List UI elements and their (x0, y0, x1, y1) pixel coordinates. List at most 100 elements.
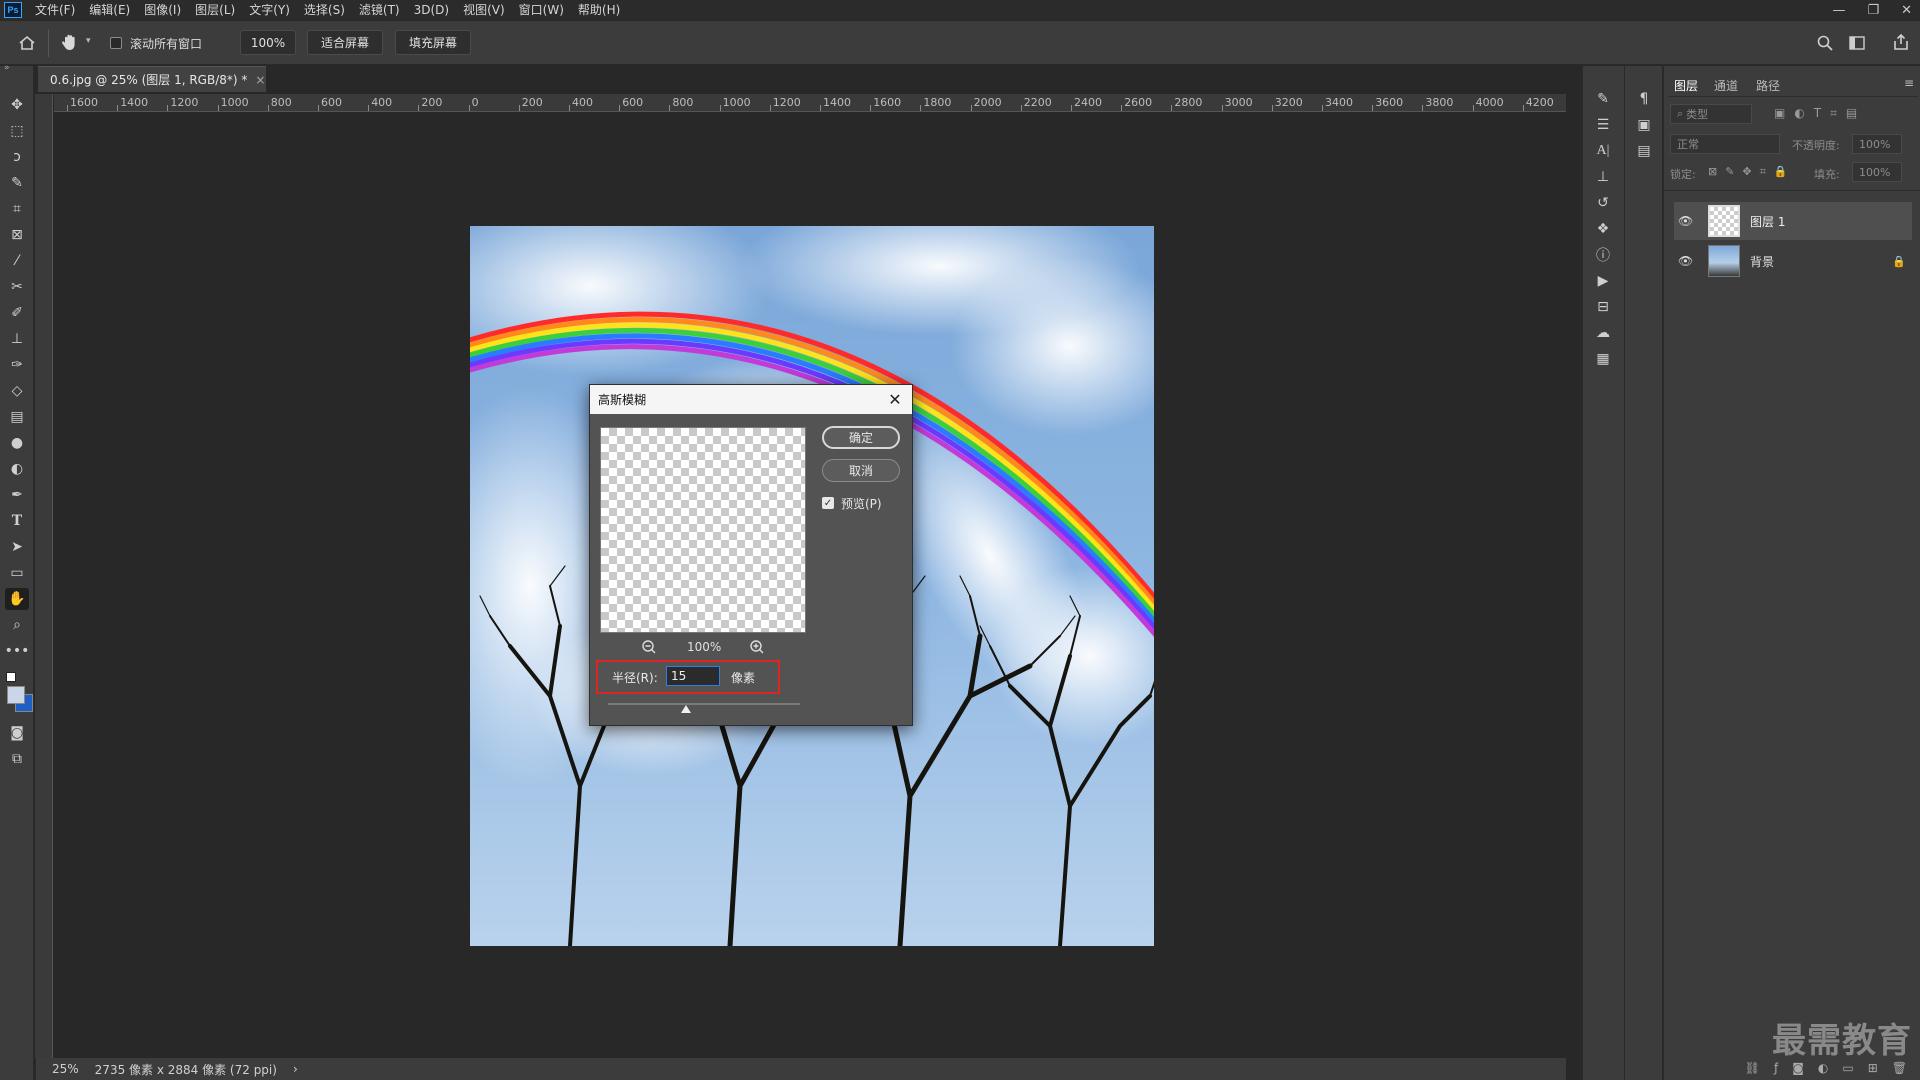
pen-tool-icon[interactable]: ✒ (5, 484, 29, 506)
zoom-tool-icon[interactable]: ⌕ (5, 614, 29, 636)
healing-tool-icon[interactable]: ✂ (5, 276, 29, 298)
search-icon[interactable] (1816, 34, 1834, 52)
close-tab-icon[interactable]: × (255, 73, 265, 87)
radius-slider-thumb[interactable] (681, 705, 691, 713)
menu-window[interactable]: 窗口(W) (512, 0, 571, 20)
foreground-color-swatch[interactable] (7, 686, 25, 704)
properties-icon[interactable]: ⊟ (1592, 296, 1614, 318)
menu-select[interactable]: 选择(S) (297, 0, 352, 20)
crop-tool-icon[interactable]: ⌗ (5, 198, 29, 220)
paragraph-icon[interactable]: ¶ (1633, 88, 1655, 110)
share-icon[interactable] (1892, 33, 1910, 51)
marquee-tool-icon[interactable]: ⬚ (5, 120, 29, 142)
history-brush-tool-icon[interactable]: ✑ (5, 354, 29, 376)
swatches-icon[interactable]: ▣ (1633, 114, 1655, 136)
status-expand-icon[interactable]: › (293, 1062, 298, 1076)
chevron-down-icon[interactable]: ▾ (86, 36, 91, 46)
character-icon[interactable]: A| (1592, 140, 1614, 162)
menu-filter[interactable]: 滤镜(T) (352, 0, 407, 20)
preview-checkbox[interactable]: ✓ (822, 497, 834, 509)
blur-tool-icon[interactable]: ● (5, 432, 29, 454)
scroll-all-windows-checkbox[interactable] (110, 37, 122, 49)
hand-tool-icon[interactable]: ✋ (5, 588, 29, 610)
layer-row-layer1[interactable]: 👁 图层 1 (1674, 202, 1912, 240)
adjustment-layer-icon[interactable]: ◐ (1818, 1061, 1828, 1075)
ok-button[interactable]: 确定 (822, 426, 900, 449)
photoshop-logo-icon[interactable]: Ps (4, 2, 22, 18)
lock-options-icons[interactable]: ⊠✎✥⌗🔒 (1708, 165, 1796, 179)
adjustments-icon[interactable]: ☰ (1592, 114, 1614, 136)
close-icon[interactable]: ✕ (884, 388, 906, 410)
eye-icon[interactable]: 👁 (1678, 214, 1700, 228)
home-icon[interactable] (18, 34, 36, 52)
hand-tool-icon[interactable] (60, 32, 80, 52)
brush-tool-icon[interactable]: ✐ (5, 302, 29, 324)
rectangle-tool-icon[interactable]: ▭ (5, 562, 29, 584)
brush-settings-icon[interactable]: ✎ (1592, 88, 1614, 110)
tab-layers[interactable]: 图层 (1674, 77, 1698, 94)
layer-row-background[interactable]: 👁 背景 🔒 (1674, 242, 1912, 280)
layer-filter-icons[interactable]: ▣◐T⌗▤ (1774, 106, 1866, 121)
zoom-in-icon[interactable] (749, 639, 765, 655)
menu-help[interactable]: 帮助(H) (571, 0, 627, 20)
menu-layer[interactable]: 图层(L) (188, 0, 242, 20)
more-tools-icon[interactable]: ••• (5, 640, 30, 662)
menu-edit[interactable]: 编辑(E) (82, 0, 137, 20)
fit-screen-button[interactable]: 适合屏幕 (307, 30, 383, 55)
menu-3d[interactable]: 3D(D) (407, 0, 456, 20)
restore-button[interactable]: ❐ (1867, 3, 1879, 18)
status-zoom[interactable]: 25% (52, 1062, 79, 1076)
zoom-level-button[interactable]: 100% (240, 30, 296, 55)
libraries-icon[interactable]: ❖ (1592, 218, 1614, 240)
quick-selection-tool-icon[interactable]: ✎ (5, 172, 29, 194)
tab-channels[interactable]: 通道 (1714, 77, 1738, 94)
menu-type[interactable]: 文字(Y) (242, 0, 297, 20)
history-icon[interactable]: ↺ (1592, 192, 1614, 214)
minimize-button[interactable]: — (1832, 3, 1845, 18)
tab-paths[interactable]: 路径 (1756, 77, 1780, 94)
opacity-input[interactable]: 100% (1852, 134, 1902, 154)
blur-preview[interactable] (600, 427, 806, 633)
3d-icon[interactable]: ☁ (1592, 322, 1614, 344)
workspace-icon[interactable] (1848, 34, 1866, 52)
type-tool-icon[interactable]: T (5, 510, 29, 532)
stamp-tool-icon[interactable]: ⊥ (5, 328, 29, 350)
link-layers-icon[interactable]: ⛓ (1745, 1061, 1760, 1075)
eraser-tool-icon[interactable]: ◇ (5, 380, 29, 402)
menu-file[interactable]: 文件(F) (28, 0, 82, 20)
close-window-button[interactable]: ✕ (1901, 3, 1912, 18)
panel-menu-icon[interactable]: ≡ (1904, 76, 1914, 90)
dodge-tool-icon[interactable]: ◐ (5, 458, 29, 480)
path-selection-tool-icon[interactable]: ➤ (5, 536, 29, 558)
menu-image[interactable]: 图像(I) (137, 0, 188, 20)
cancel-button[interactable]: 取消 (822, 459, 900, 482)
expand-panel-icon[interactable]: » (4, 63, 10, 73)
zoom-out-icon[interactable] (641, 639, 657, 655)
new-layer-icon[interactable]: ⊞ (1868, 1061, 1878, 1075)
layer-filter-select[interactable]: ⌕ 类型 (1670, 104, 1752, 124)
info-icon[interactable]: ⓘ (1592, 244, 1614, 266)
radius-input[interactable] (666, 666, 720, 686)
frame-tool-icon[interactable]: ⊠ (5, 224, 29, 246)
radius-slider-track[interactable] (608, 703, 800, 705)
blend-mode-select[interactable]: 正常 (1670, 134, 1780, 154)
gradient-tool-icon[interactable]: ▤ (5, 406, 29, 428)
dialog-title-bar[interactable]: 高斯模糊 (590, 385, 912, 414)
eyedropper-tool-icon[interactable]: ⁄ (5, 250, 29, 272)
notes-icon[interactable]: ▤ (1633, 140, 1655, 162)
eye-icon[interactable]: 👁 (1678, 254, 1700, 268)
fill-screen-button[interactable]: 填充屏幕 (395, 30, 471, 55)
quick-mask-icon[interactable]: ◙ (5, 722, 29, 744)
lasso-tool-icon[interactable]: ↄ (5, 146, 29, 168)
new-group-icon[interactable]: ▭ (1842, 1061, 1853, 1075)
delete-layer-icon[interactable]: 🗑 (1892, 1061, 1907, 1075)
document-tab[interactable]: 0.6.jpg @ 25% (图层 1, RGB/8*) * × (38, 66, 266, 92)
move-tool-icon[interactable]: ✥ (5, 94, 29, 116)
screen-mode-icon[interactable]: ⧉ (5, 748, 29, 770)
default-colors-icon[interactable] (6, 672, 16, 682)
actions-play-icon[interactable]: ▶ (1592, 270, 1614, 292)
fill-input[interactable]: 100% (1852, 162, 1902, 182)
menu-view[interactable]: 视图(V) (456, 0, 512, 20)
table-icon[interactable]: ▦ (1592, 348, 1614, 370)
layer-style-icon[interactable]: ƒ (1774, 1061, 1778, 1075)
